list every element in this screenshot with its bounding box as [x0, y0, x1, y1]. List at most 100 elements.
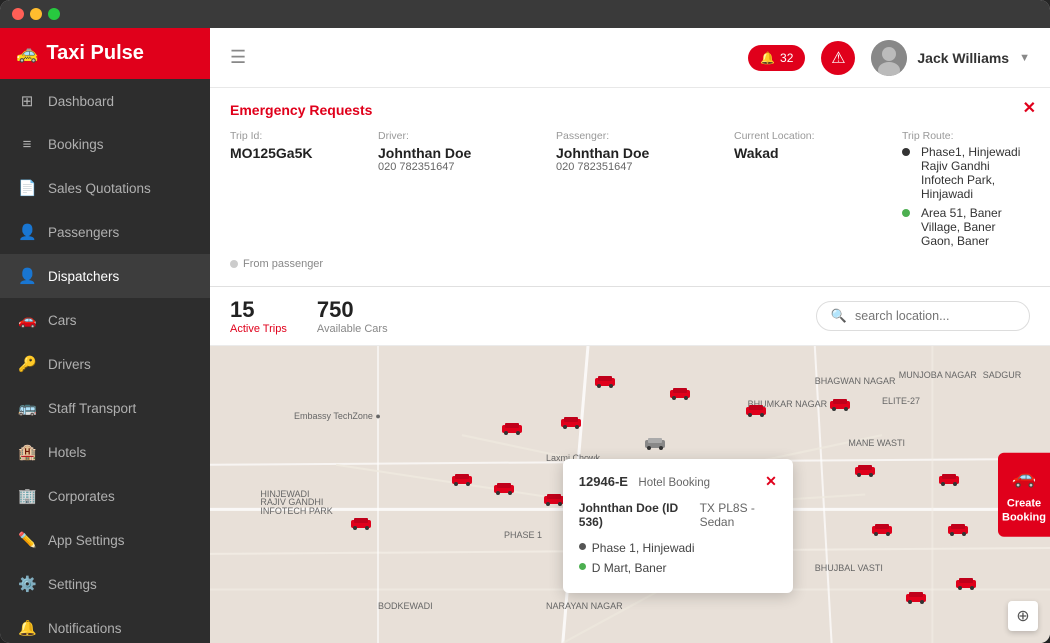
map-label: BHAGWAN NAGAR	[815, 376, 896, 386]
car-marker	[854, 464, 876, 478]
sidebar-item-label: Corporates	[48, 489, 115, 504]
hamburger-menu[interactable]: ☰	[230, 47, 246, 68]
car-marker	[501, 422, 523, 436]
car-marker	[560, 416, 582, 430]
sidebar-item-settings[interactable]: ⚙️ Settings	[0, 562, 210, 606]
route-label: Trip Route:	[902, 130, 1030, 142]
car-marker	[905, 591, 927, 605]
emergency-close-button[interactable]: ✕	[1023, 98, 1036, 118]
maximize-button[interactable]	[48, 8, 60, 20]
active-trips-stat: 15 Active Trips	[230, 297, 287, 335]
map-label: INFOTECH PARK	[260, 506, 332, 516]
popup-vehicle: TX PL8S - Sedan	[700, 501, 777, 529]
dispatchers-icon: 👤	[18, 267, 36, 285]
sidebar-item-app-settings[interactable]: ✏️ App Settings	[0, 518, 210, 562]
hotels-icon: 🏨	[18, 443, 36, 461]
notification-count: 32	[780, 51, 793, 65]
staff-transport-icon: 🚌	[18, 399, 36, 417]
passenger-col: Passenger: Johnthan Doe 020 782351647	[556, 130, 726, 248]
booking-popup: 12946-E Hotel Booking ✕ Johnthan Doe (ID…	[563, 459, 793, 593]
sidebar-item-label: Passengers	[48, 225, 119, 240]
map-label: ELITE-27	[882, 396, 920, 406]
cars-icon: 🚗	[18, 311, 36, 329]
popup-booking-id: 12946-E	[579, 474, 628, 489]
location-col: Current Location: Wakad	[734, 130, 894, 248]
app-window: 🚕 Taxi Pulse ⊞ Dashboard ≡ Bookings 📄 Sa…	[0, 0, 1050, 643]
sidebar-item-label: Drivers	[48, 357, 91, 372]
trip-id-col: Trip Id: MO125Ga5K	[230, 130, 370, 248]
search-input[interactable]	[855, 309, 1015, 323]
sidebar: 🚕 Taxi Pulse ⊞ Dashboard ≡ Bookings 📄 Sa…	[0, 28, 210, 643]
location-value: Wakad	[734, 145, 894, 161]
popup-booking-type: Hotel Booking	[638, 477, 710, 489]
bookings-icon: ≡	[18, 136, 36, 153]
alert-button[interactable]: ⚠	[821, 41, 855, 75]
sidebar-item-label: Cars	[48, 313, 77, 328]
sidebar-item-hotels[interactable]: 🏨 Hotels	[0, 430, 210, 474]
driver-phone: 020 782351647	[378, 161, 548, 173]
popup-close-button[interactable]: ✕	[765, 473, 777, 490]
settings-icon: ⚙️	[18, 575, 36, 593]
chevron-down-icon: ▼	[1019, 52, 1030, 64]
locate-me-button[interactable]: ⊕	[1008, 601, 1038, 631]
popup-to: D Mart, Baner	[592, 561, 667, 575]
create-booking-button[interactable]: 🚗 CreateBooking	[998, 452, 1050, 537]
notifications-icon: 🔔	[18, 619, 36, 637]
popup-passenger: Johnthan Doe (ID 536)	[579, 501, 684, 529]
close-button[interactable]	[12, 8, 24, 20]
driver-label: Driver:	[378, 130, 548, 142]
map-area[interactable]: MUNJOBA NAGAR SADGUR BHAGWAN NAGAR BHUMK…	[210, 346, 1050, 643]
trip-id-label: Trip Id:	[230, 130, 370, 142]
sidebar-item-notifications[interactable]: 🔔 Notifications	[0, 606, 210, 643]
sidebar-item-sales-quotations[interactable]: 📄 Sales Quotations	[0, 166, 210, 210]
sidebar-item-dispatchers[interactable]: 👤 Dispatchers	[0, 254, 210, 298]
sidebar-item-label: Staff Transport	[48, 401, 136, 416]
sales-icon: 📄	[18, 179, 36, 197]
sidebar-item-label: Sales Quotations	[48, 181, 151, 196]
map-label: PHASE 1	[504, 530, 542, 540]
emergency-panel: Emergency Requests ✕ Trip Id: MO125Ga5K …	[210, 88, 1050, 287]
car-marker	[350, 517, 372, 531]
route-col: Trip Route: Phase1, Hinjewadi Rajiv Gand…	[902, 130, 1030, 248]
search-box[interactable]: 🔍	[816, 301, 1030, 331]
sidebar-item-dashboard[interactable]: ⊞ Dashboard	[0, 79, 210, 123]
popup-to-dot	[579, 563, 586, 570]
car-marker	[947, 523, 969, 537]
sidebar-item-cars[interactable]: 🚗 Cars	[0, 298, 210, 342]
minimize-button[interactable]	[30, 8, 42, 20]
dashboard-icon: ⊞	[18, 92, 36, 110]
map-label: BHUJBAL VASTI	[815, 563, 883, 573]
username-label: Jack Williams	[917, 50, 1009, 66]
popup-from: Phase 1, Hinjewadi	[592, 541, 695, 555]
map-label: MANE WASTI	[848, 438, 905, 448]
car-marker	[451, 473, 473, 487]
route-to-dot	[902, 209, 910, 217]
driver-name: Johnthan Doe	[378, 145, 548, 161]
available-cars-stat: 750 Available Cars	[317, 297, 388, 335]
map-label: BODKEWADI	[378, 601, 433, 611]
main-area: ☰ 🔔 32 ⚠ Jac	[210, 28, 1050, 643]
map-label: NARAYAN NAGAR	[546, 601, 623, 611]
driver-col: Driver: Johnthan Doe 020 782351647	[378, 130, 548, 248]
logo-icon: 🚕	[16, 43, 38, 64]
logo: 🚕 Taxi Pulse	[0, 28, 210, 79]
notification-bell-button[interactable]: 🔔 32	[748, 45, 805, 71]
topbar: ☰ 🔔 32 ⚠ Jac	[210, 28, 1050, 88]
car-marker	[745, 404, 767, 418]
sidebar-item-corporates[interactable]: 🏢 Corporates	[0, 474, 210, 518]
user-menu[interactable]: Jack Williams ▼	[871, 40, 1030, 76]
location-label: Current Location:	[734, 130, 894, 142]
sidebar-item-staff-transport[interactable]: 🚌 Staff Transport	[0, 386, 210, 430]
passengers-icon: 👤	[18, 223, 36, 241]
sidebar-item-label: App Settings	[48, 533, 125, 548]
sidebar-item-bookings[interactable]: ≡ Bookings	[0, 123, 210, 166]
sidebar-item-label: Notifications	[48, 621, 122, 636]
map-label: SADGUR	[983, 370, 1022, 380]
available-cars-label: Available Cars	[317, 323, 388, 335]
sidebar-item-passengers[interactable]: 👤 Passengers	[0, 210, 210, 254]
stats-bar: 15 Active Trips 750 Available Cars 🔍	[210, 287, 1050, 346]
content-area: Emergency Requests ✕ Trip Id: MO125Ga5K …	[210, 88, 1050, 643]
sidebar-item-drivers[interactable]: 🔑 Drivers	[0, 342, 210, 386]
sidebar-item-label: Dashboard	[48, 94, 114, 109]
alert-icon: ⚠	[831, 48, 845, 68]
